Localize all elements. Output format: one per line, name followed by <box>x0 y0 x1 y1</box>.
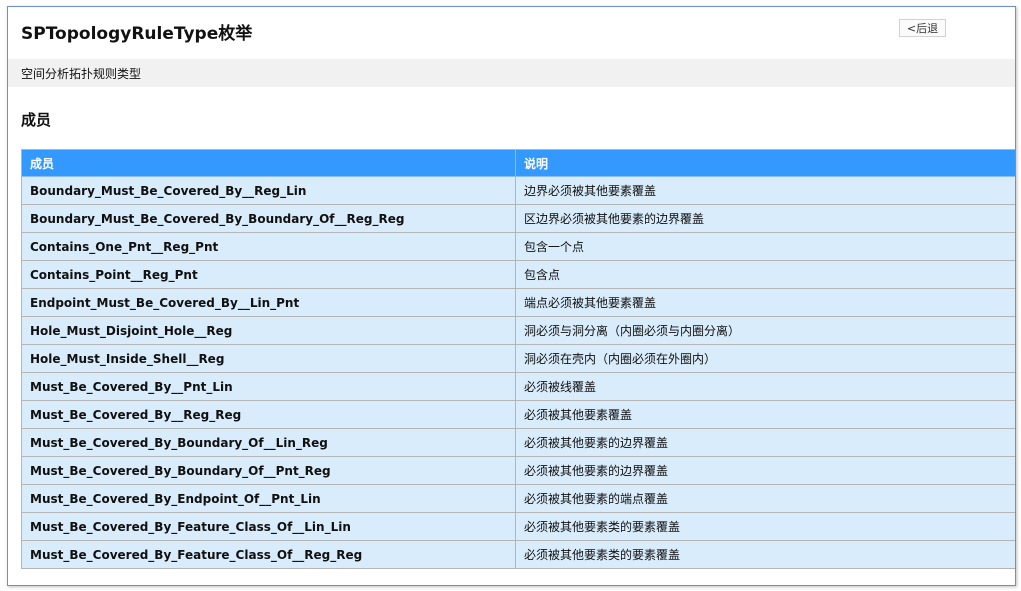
member-name: Contains_One_Pnt__Reg_Pnt <box>21 232 516 261</box>
member-description: 必须被线覆盖 <box>515 372 1015 401</box>
table-row: Must_Be_Covered_By__Pnt_Lin 必须被线覆盖 <box>21 372 1015 401</box>
member-description: 包含点 <box>515 260 1015 289</box>
member-description: 洞必须与洞分离（内圈必须与内圈分离） <box>515 316 1015 345</box>
member-description: 必须被其他要素类的要素覆盖 <box>515 512 1015 541</box>
member-description: 必须被其他要素覆盖 <box>515 400 1015 429</box>
member-description: 必须被其他要素的边界覆盖 <box>515 428 1015 457</box>
table-row: Hole_Must_Disjoint_Hole__Reg 洞必须与洞分离（内圈必… <box>21 316 1015 345</box>
header-member: 成员 <box>21 149 516 177</box>
table-row: Contains_One_Pnt__Reg_Pnt 包含一个点 <box>21 232 1015 261</box>
member-description: 边界必须被其他要素覆盖 <box>515 176 1015 205</box>
member-name: Must_Be_Covered_By_Endpoint_Of__Pnt_Lin <box>21 484 516 513</box>
back-button[interactable]: <后退 <box>899 19 946 37</box>
member-name: Must_Be_Covered_By_Boundary_Of__Pnt_Reg <box>21 456 516 485</box>
member-name: Must_Be_Covered_By_Feature_Class_Of__Lin… <box>21 512 516 541</box>
table-row: Must_Be_Covered_By_Boundary_Of__Pnt_Reg … <box>21 456 1015 485</box>
member-description: 区边界必须被其他要素的边界覆盖 <box>515 204 1015 233</box>
member-name: Hole_Must_Disjoint_Hole__Reg <box>21 316 516 345</box>
table-row: Must_Be_Covered_By_Endpoint_Of__Pnt_Lin … <box>21 484 1015 513</box>
table-row: Must_Be_Covered_By_Boundary_Of__Lin_Reg … <box>21 428 1015 457</box>
table-row: Contains_Point__Reg_Pnt 包含点 <box>21 260 1015 289</box>
member-description: 必须被其他要素的端点覆盖 <box>515 484 1015 513</box>
table-row: Must_Be_Covered_By_Feature_Class_Of__Lin… <box>21 512 1015 541</box>
member-name: Hole_Must_Inside_Shell__Reg <box>21 344 516 373</box>
member-name: Must_Be_Covered_By_Feature_Class_Of__Reg… <box>21 540 516 569</box>
table-row: Must_Be_Covered_By_Feature_Class_Of__Reg… <box>21 540 1015 569</box>
document-frame: SPTopologyRuleType枚举 <后退 空间分析拓扑规则类型 成员 成… <box>7 6 1016 586</box>
member-description: 端点必须被其他要素覆盖 <box>515 288 1015 317</box>
table-row: Must_Be_Covered_By__Reg_Reg 必须被其他要素覆盖 <box>21 400 1015 429</box>
page-description: 空间分析拓扑规则类型 <box>21 67 142 81</box>
header-description: 说明 <box>515 149 1015 177</box>
member-description: 洞必须在壳内（内圈必须在外圈内） <box>515 344 1015 373</box>
member-description: 包含一个点 <box>515 232 1015 261</box>
members-table: 成员 说明 Boundary_Must_Be_Covered_By__Reg_L… <box>21 149 1015 569</box>
member-name: Must_Be_Covered_By_Boundary_Of__Lin_Reg <box>21 428 516 457</box>
member-name: Boundary_Must_Be_Covered_By__Reg_Lin <box>21 176 516 205</box>
table-header-row: 成员 说明 <box>21 149 1015 177</box>
table-row: Hole_Must_Inside_Shell__Reg 洞必须在壳内（内圈必须在… <box>21 344 1015 373</box>
member-name: Must_Be_Covered_By__Reg_Reg <box>21 400 516 429</box>
description-bar: 空间分析拓扑规则类型 <box>8 59 1015 87</box>
member-name: Endpoint_Must_Be_Covered_By__Lin_Pnt <box>21 288 516 317</box>
member-name: Contains_Point__Reg_Pnt <box>21 260 516 289</box>
table-row: Boundary_Must_Be_Covered_By_Boundary_Of_… <box>21 204 1015 233</box>
member-name: Boundary_Must_Be_Covered_By_Boundary_Of_… <box>21 204 516 233</box>
member-description: 必须被其他要素的边界覆盖 <box>515 456 1015 485</box>
table-row: Endpoint_Must_Be_Covered_By__Lin_Pnt 端点必… <box>21 288 1015 317</box>
member-description: 必须被其他要素类的要素覆盖 <box>515 540 1015 569</box>
member-name: Must_Be_Covered_By__Pnt_Lin <box>21 372 516 401</box>
page-title: SPTopologyRuleType枚举 <box>21 24 253 44</box>
members-section-title: 成员 <box>21 111 52 129</box>
table-row: Boundary_Must_Be_Covered_By__Reg_Lin 边界必… <box>21 176 1015 205</box>
